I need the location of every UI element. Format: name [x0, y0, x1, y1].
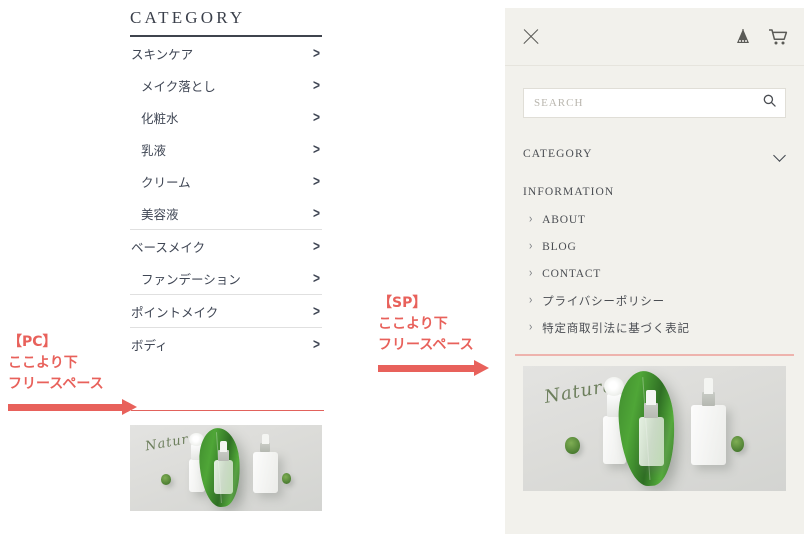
chevron-right-icon[interactable]: > — [313, 45, 322, 63]
pc-annotation-line2: ここより下 — [8, 355, 78, 371]
pc-freespace-divider — [131, 410, 324, 412]
pc-category-item[interactable]: 化粧水 > — [130, 101, 322, 133]
chevron-right-icon[interactable]: > — [313, 270, 322, 288]
pc-arrow-head — [122, 399, 137, 415]
search-input[interactable] — [524, 89, 785, 117]
banner-bottle-right — [252, 433, 278, 493]
chevron-right-icon[interactable]: > — [313, 336, 322, 354]
sp-information-item[interactable]: › CONTACT — [529, 260, 786, 287]
sp-information-item[interactable]: › プライバシーポリシー — [529, 287, 786, 314]
close-icon[interactable] — [521, 27, 541, 47]
banner-pebble-left — [565, 437, 580, 454]
pc-category-item-label: 乳液 — [141, 143, 167, 158]
pc-category-item[interactable]: ポイントメイク > — [130, 295, 322, 327]
banner-bottle-center — [638, 390, 664, 466]
banner-pebble-right — [281, 473, 292, 484]
chevron-right-icon[interactable]: > — [313, 238, 322, 256]
sp-information-item-label: ABOUT — [542, 213, 586, 226]
banner-bottle-center — [214, 441, 233, 494]
cart-icon[interactable] — [768, 28, 788, 46]
pc-category-item[interactable]: 美容液 > — [130, 197, 322, 229]
sp-search-box[interactable] — [523, 88, 786, 118]
pc-category-item-label: ファンデーション — [141, 272, 241, 287]
sp-annotation-line2: ここより下 — [378, 316, 448, 332]
pc-category-item-label: 化粧水 — [141, 111, 179, 126]
pc-category-item[interactable]: ベースメイク > — [130, 230, 322, 262]
pc-category-item-label: ボディ — [131, 338, 168, 353]
sp-information-list: › ABOUT › BLOG › CONTACT › プライバシーポリシー › 特定商取引法に基づ… — [529, 206, 786, 341]
sp-information-item[interactable]: › 特定商取引法に基づく表記 — [529, 314, 786, 341]
sp-annotation-tag: 【SP】 — [378, 295, 427, 311]
pc-category-sidebar: CATEGORY スキンケア > メイク落とし > 化粧水 > 乳液 > クリーム > 美容液 > ベー… — [130, 8, 322, 360]
chevron-right-icon[interactable]: > — [313, 173, 322, 191]
banner-bottle-right — [691, 378, 726, 465]
screenshot-canvas: CATEGORY スキンケア > メイク落とし > 化粧水 > 乳液 > クリーム > 美容液 > ベー… — [0, 0, 809, 538]
pc-category-item-label: メイク落とし — [141, 79, 216, 94]
sp-banner-image[interactable]: Natura — [523, 366, 786, 491]
chevron-right-icon: › — [529, 293, 534, 308]
chevron-right-icon[interactable]: > — [313, 109, 322, 127]
chevron-right-icon[interactable]: > — [313, 141, 322, 159]
sp-information-item-label: BLOG — [542, 240, 577, 253]
pc-category-list: スキンケア > メイク落とし > 化粧水 > 乳液 > クリーム > 美容液 > ベースメイク > ファンデ… — [130, 37, 322, 360]
chevron-right-icon: › — [529, 212, 534, 227]
chevron-right-icon: › — [529, 320, 534, 335]
sp-category-accordion[interactable]: CATEGORY — [523, 139, 786, 169]
sp-annotation-line3: フリースペース — [378, 337, 474, 353]
member-icon[interactable] — [734, 28, 752, 46]
pc-category-item[interactable]: メイク落とし > — [130, 69, 322, 101]
pc-category-item[interactable]: ボディ > — [130, 328, 322, 360]
pc-category-item[interactable]: スキンケア > — [130, 37, 322, 69]
sp-annotation: 【SP】 ここより下 フリースペース — [378, 293, 489, 376]
chevron-right-icon: › — [529, 266, 534, 281]
sp-header-icon-group — [734, 28, 788, 46]
chevron-right-icon: › — [529, 239, 534, 254]
pc-annotation-tag: 【PC】 — [8, 334, 57, 350]
sp-information-item-label: CONTACT — [542, 267, 602, 280]
sp-drawer-topbar — [505, 8, 804, 66]
pc-category-item[interactable]: ファンデーション > — [130, 262, 322, 294]
pc-annotation-line3: フリースペース — [8, 376, 104, 392]
search-icon[interactable] — [763, 94, 776, 112]
chevron-down-icon[interactable] — [774, 151, 786, 158]
pc-annotation-arrow — [8, 399, 137, 415]
pc-annotation: 【PC】 ここより下 フリースペース — [8, 332, 137, 415]
pc-category-item[interactable]: 乳液 > — [130, 133, 322, 165]
sp-freespace-divider — [515, 354, 794, 356]
pc-category-item-label: 美容液 — [141, 207, 179, 222]
sp-arrow-shaft — [378, 365, 478, 372]
chevron-right-icon[interactable]: > — [313, 77, 322, 95]
pc-category-item-label: クリーム — [141, 175, 191, 190]
sp-category-label: CATEGORY — [523, 148, 593, 160]
sp-information-item[interactable]: › BLOG — [529, 233, 786, 260]
banner-pebble-right — [730, 436, 744, 452]
pc-category-item-label: ベースメイク — [131, 240, 206, 255]
chevron-right-icon[interactable]: > — [313, 303, 322, 321]
pc-category-heading: CATEGORY — [130, 8, 246, 27]
banner-pebble-left — [160, 474, 172, 486]
chevron-right-icon[interactable]: > — [313, 205, 322, 223]
sp-mobile-drawer: CATEGORY INFORMATION › ABOUT › BLOG › CONTACT… — [505, 8, 804, 534]
pc-category-item[interactable]: クリーム > — [130, 165, 322, 197]
pc-arrow-shaft — [8, 404, 126, 411]
sp-information-item-label: 特定商取引法に基づく表記 — [542, 322, 690, 335]
sp-information-item[interactable]: › ABOUT — [529, 206, 786, 233]
sp-arrow-head — [474, 360, 489, 376]
sp-information-item-label: プライバシーポリシー — [542, 295, 665, 308]
sp-search-section — [505, 66, 804, 118]
sp-annotation-arrow — [378, 360, 489, 376]
pc-category-item-label: スキンケア — [131, 47, 194, 62]
sp-information-title: INFORMATION — [523, 186, 615, 198]
pc-category-item-label: ポイントメイク — [131, 305, 219, 320]
pc-banner-image[interactable]: Natura — [130, 425, 322, 511]
